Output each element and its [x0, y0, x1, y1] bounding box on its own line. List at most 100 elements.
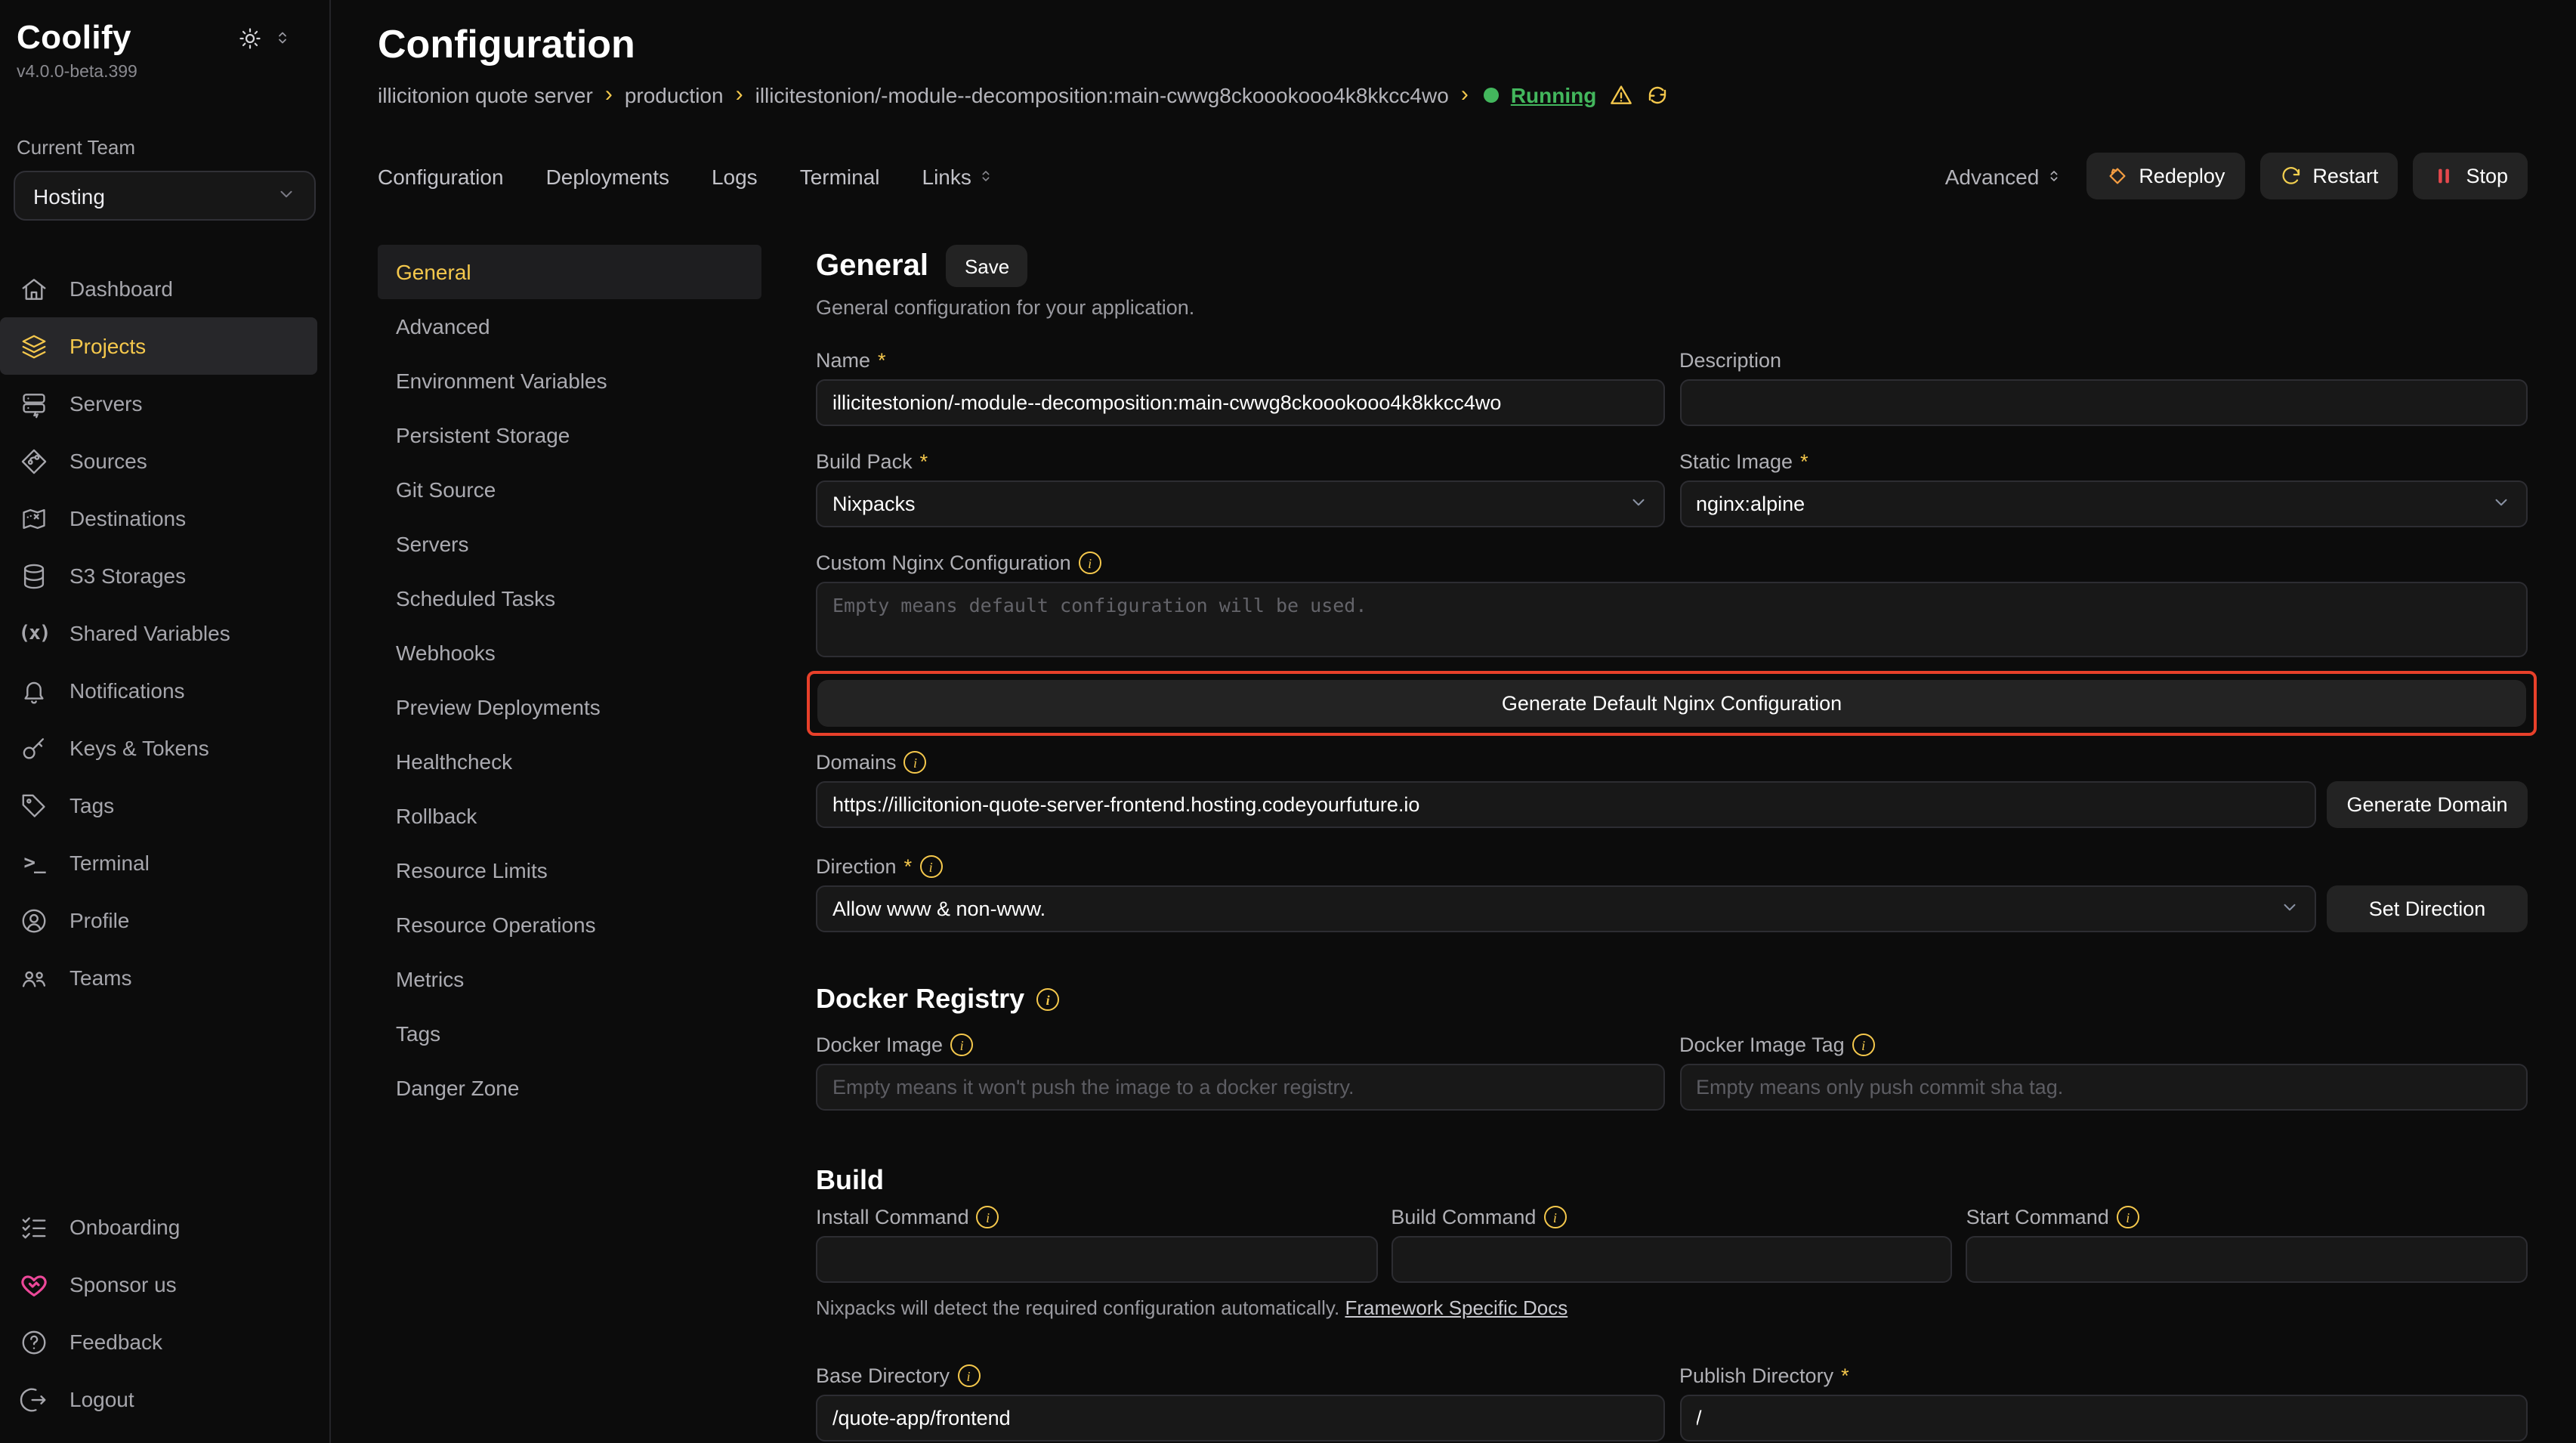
domains-input[interactable]: [816, 781, 2316, 828]
status-dot: [1484, 87, 1499, 102]
submenu-item-preview-deployments[interactable]: Preview Deployments: [378, 680, 761, 734]
current-team-label: Current Team: [0, 82, 329, 159]
info-icon: [904, 751, 927, 774]
submenu-item-advanced[interactable]: Advanced: [378, 299, 761, 354]
sidebar: Coolify v4.0.0-beta.399 Current Team Hos…: [0, 0, 331, 1443]
start-command-field: Start Command: [1966, 1206, 2528, 1283]
sidebar-item-notifications[interactable]: Notifications: [0, 662, 329, 719]
sidebar-item-dashboard[interactable]: Dashboard: [0, 260, 329, 317]
save-button[interactable]: Save: [947, 245, 1027, 287]
sidebar-item-s3-storages[interactable]: S3 Storages: [0, 547, 329, 604]
publish-directory-input[interactable]: [1679, 1395, 2528, 1441]
submenu-item-scheduled-tasks[interactable]: Scheduled Tasks: [378, 571, 761, 626]
chevron-down-icon: [2280, 897, 2300, 921]
build-pack-field: Build Pack* Nixpacks: [816, 450, 1664, 527]
build-heading: Build: [816, 1165, 2528, 1197]
database-icon: [20, 561, 48, 590]
submenu-item-rollback[interactable]: Rollback: [378, 789, 761, 843]
required-marker: *: [878, 349, 886, 372]
app-logo[interactable]: Coolify: [17, 18, 131, 57]
install-command-input[interactable]: [816, 1236, 1377, 1283]
warning-triangle-icon: [1608, 82, 1632, 107]
advanced-dropdown[interactable]: Advanced: [1945, 164, 2062, 188]
base-directory-field: Base Directory: [816, 1364, 1664, 1441]
team-select[interactable]: Hosting: [14, 171, 316, 221]
theme-sun-icon[interactable]: [239, 26, 261, 49]
restart-button[interactable]: Restart: [2259, 153, 2398, 199]
sidebar-item-teams[interactable]: Teams: [0, 949, 329, 1006]
redeploy-button[interactable]: Redeploy: [2086, 153, 2244, 199]
name-input[interactable]: [816, 379, 1664, 426]
framework-docs-link[interactable]: Framework Specific Docs: [1345, 1296, 1568, 1319]
tab-bar: Configuration Deployments Logs Terminal …: [378, 153, 2528, 199]
tab-logs[interactable]: Logs: [712, 164, 758, 188]
sidebar-item-profile[interactable]: Profile: [0, 891, 329, 949]
coolify-app: Coolify v4.0.0-beta.399 Current Team Hos…: [0, 0, 2576, 1443]
build-pack-select[interactable]: Nixpacks: [816, 480, 1664, 527]
sidebar-item-tags[interactable]: Tags: [0, 777, 329, 834]
bell-icon: [20, 676, 48, 705]
checklist-icon: [20, 1213, 48, 1241]
sidebar-item-logout[interactable]: Logout: [0, 1370, 329, 1428]
base-directory-input[interactable]: [816, 1395, 1664, 1441]
docker-image-input[interactable]: [816, 1064, 1664, 1111]
submenu-item-git-source[interactable]: Git Source: [378, 462, 761, 517]
tab-configuration[interactable]: Configuration: [378, 164, 504, 188]
submenu-item-resource-limits[interactable]: Resource Limits: [378, 843, 761, 898]
custom-nginx-textarea[interactable]: [816, 582, 2528, 657]
submenu-item-resource-operations[interactable]: Resource Operations: [378, 898, 761, 952]
breadcrumb-application[interactable]: illicitestonion/-module--decomposition:m…: [755, 82, 1449, 107]
submenu-item-metrics[interactable]: Metrics: [378, 952, 761, 1006]
sidebar-item-sources[interactable]: Sources: [0, 432, 329, 490]
submenu-item-tags[interactable]: Tags: [378, 1006, 761, 1061]
set-direction-button[interactable]: Set Direction: [2327, 885, 2528, 932]
sidebar-item-destinations[interactable]: Destinations: [0, 490, 329, 547]
build-command-field: Build Command: [1391, 1206, 1952, 1283]
docker-image-field: Docker Image: [816, 1034, 1664, 1111]
breadcrumb-environment[interactable]: production: [625, 82, 724, 107]
sidebar-item-servers[interactable]: Servers: [0, 375, 329, 432]
submenu-item-healthcheck[interactable]: Healthcheck: [378, 734, 761, 789]
refresh-icon[interactable]: [1645, 82, 1669, 107]
direction-select[interactable]: Allow www & non-www.: [816, 885, 2316, 932]
static-image-select[interactable]: nginx:alpine: [1679, 480, 2528, 527]
breadcrumb-project[interactable]: illicitonion quote server: [378, 82, 593, 107]
app-version: v4.0.0-beta.399: [0, 57, 329, 82]
sidebar-item-keys-tokens[interactable]: Keys & Tokens: [0, 719, 329, 777]
description-input[interactable]: [1679, 379, 2528, 426]
sidebar-item-shared-variables[interactable]: (x) Shared Variables: [0, 604, 329, 662]
custom-nginx-field: Custom Nginx Configuration: [816, 552, 2528, 662]
docker-image-tag-field: Docker Image Tag: [1679, 1034, 2528, 1111]
submenu-item-general[interactable]: General: [378, 245, 761, 299]
main-content: Configuration illicitonion quote server …: [331, 0, 2576, 1443]
stop-button[interactable]: Stop: [2413, 153, 2528, 199]
submenu-item-environment-variables[interactable]: Environment Variables: [378, 354, 761, 408]
theme-switcher-chevrons-icon[interactable]: [273, 29, 292, 47]
tab-links[interactable]: Links: [922, 164, 994, 188]
sidebar-item-feedback[interactable]: Feedback: [0, 1313, 329, 1370]
general-heading: General: [816, 249, 928, 283]
chevron-down-icon: [1628, 492, 1648, 516]
docker-image-tag-input[interactable]: [1679, 1064, 2528, 1111]
generate-nginx-button[interactable]: Generate Default Nginx Configuration: [817, 680, 2526, 727]
submenu-item-servers[interactable]: Servers: [378, 517, 761, 571]
generate-domain-button[interactable]: Generate Domain: [2327, 781, 2528, 828]
submenu-item-danger-zone[interactable]: Danger Zone: [378, 1061, 761, 1115]
start-command-input[interactable]: [1966, 1236, 2528, 1283]
install-command-field: Install Command: [816, 1206, 1377, 1283]
sidebar-item-terminal[interactable]: >_ Terminal: [0, 834, 329, 891]
build-command-input[interactable]: [1391, 1236, 1952, 1283]
pause-icon: [2432, 165, 2455, 187]
breadcrumb-separator-icon: ›: [736, 82, 743, 107]
tab-terminal[interactable]: Terminal: [800, 164, 880, 188]
info-icon: [950, 1034, 973, 1056]
chevron-down-icon: [276, 184, 296, 208]
tab-deployments[interactable]: Deployments: [546, 164, 669, 188]
sidebar-item-sponsor[interactable]: Sponsor us: [0, 1256, 329, 1313]
sidebar-item-onboarding[interactable]: Onboarding: [0, 1198, 329, 1256]
sidebar-item-projects[interactable]: Projects: [0, 317, 317, 375]
submenu-item-persistent-storage[interactable]: Persistent Storage: [378, 408, 761, 462]
nixpacks-note: Nixpacks will detect the required config…: [816, 1296, 2528, 1319]
status-running-link[interactable]: Running: [1511, 82, 1597, 107]
submenu-item-webhooks[interactable]: Webhooks: [378, 626, 761, 680]
